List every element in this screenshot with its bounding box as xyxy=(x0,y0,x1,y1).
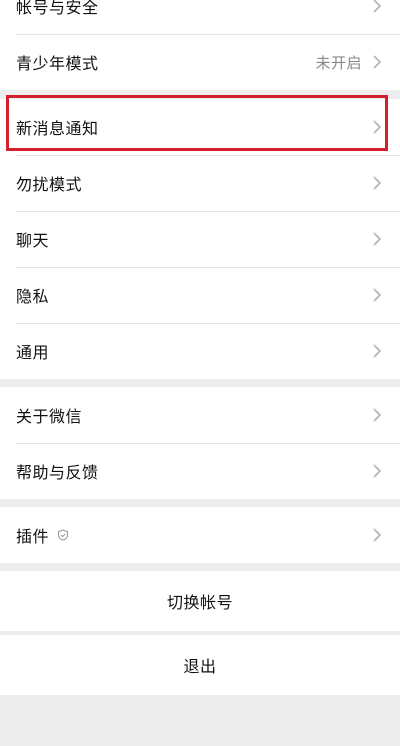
logout-label: 退出 xyxy=(183,657,217,676)
chevron-right-icon xyxy=(373,408,382,422)
chevron-right-icon xyxy=(373,232,382,246)
chevron-right-icon xyxy=(373,55,382,69)
shield-icon xyxy=(57,529,69,541)
settings-item-general[interactable]: 通用 xyxy=(0,323,400,379)
settings-item-label: 帮助与反馈 xyxy=(16,463,99,482)
chevron-right-icon xyxy=(373,0,382,13)
settings-group-account: 帐号与安全 青少年模式 未开启 xyxy=(0,0,400,90)
settings-item-account-security[interactable]: 帐号与安全 xyxy=(0,0,400,34)
settings-item-label: 帐号与安全 xyxy=(16,0,99,17)
logout-button[interactable]: 退出 xyxy=(0,635,400,695)
settings-item-label: 关于微信 xyxy=(16,407,83,426)
settings-item-label: 新消息通知 xyxy=(16,119,99,138)
chevron-right-icon xyxy=(373,120,382,134)
settings-item-teen-mode[interactable]: 青少年模式 未开启 xyxy=(0,34,400,90)
teen-mode-status: 未开启 xyxy=(315,53,362,72)
settings-group-plugins: 插件 xyxy=(0,507,400,563)
switch-account-button[interactable]: 切换帐号 xyxy=(0,571,400,631)
settings-item-plugins[interactable]: 插件 xyxy=(0,507,400,563)
settings-item-label: 隐私 xyxy=(16,287,50,306)
chevron-right-icon xyxy=(373,344,382,358)
switch-account-label: 切换帐号 xyxy=(166,593,233,612)
settings-group-general: 新消息通知 勿扰模式 聊天 隐私 通用 xyxy=(0,99,400,379)
chevron-right-icon xyxy=(373,176,382,190)
settings-item-about-wechat[interactable]: 关于微信 xyxy=(0,387,400,443)
settings-item-label: 通用 xyxy=(16,343,50,362)
settings-item-label: 青少年模式 xyxy=(16,54,99,73)
chevron-right-icon xyxy=(373,528,382,542)
settings-item-help-feedback[interactable]: 帮助与反馈 xyxy=(0,443,400,499)
settings-item-new-message-notification[interactable]: 新消息通知 xyxy=(0,99,400,155)
settings-group-about: 关于微信 帮助与反馈 xyxy=(0,387,400,499)
settings-item-do-not-disturb[interactable]: 勿扰模式 xyxy=(0,155,400,211)
chevron-right-icon xyxy=(373,288,382,302)
settings-item-label: 勿扰模式 xyxy=(16,175,83,194)
settings-item-label: 插件 xyxy=(16,527,50,546)
chevron-right-icon xyxy=(373,464,382,478)
settings-item-label: 聊天 xyxy=(16,231,50,250)
settings-item-chat[interactable]: 聊天 xyxy=(0,211,400,267)
settings-item-privacy[interactable]: 隐私 xyxy=(0,267,400,323)
